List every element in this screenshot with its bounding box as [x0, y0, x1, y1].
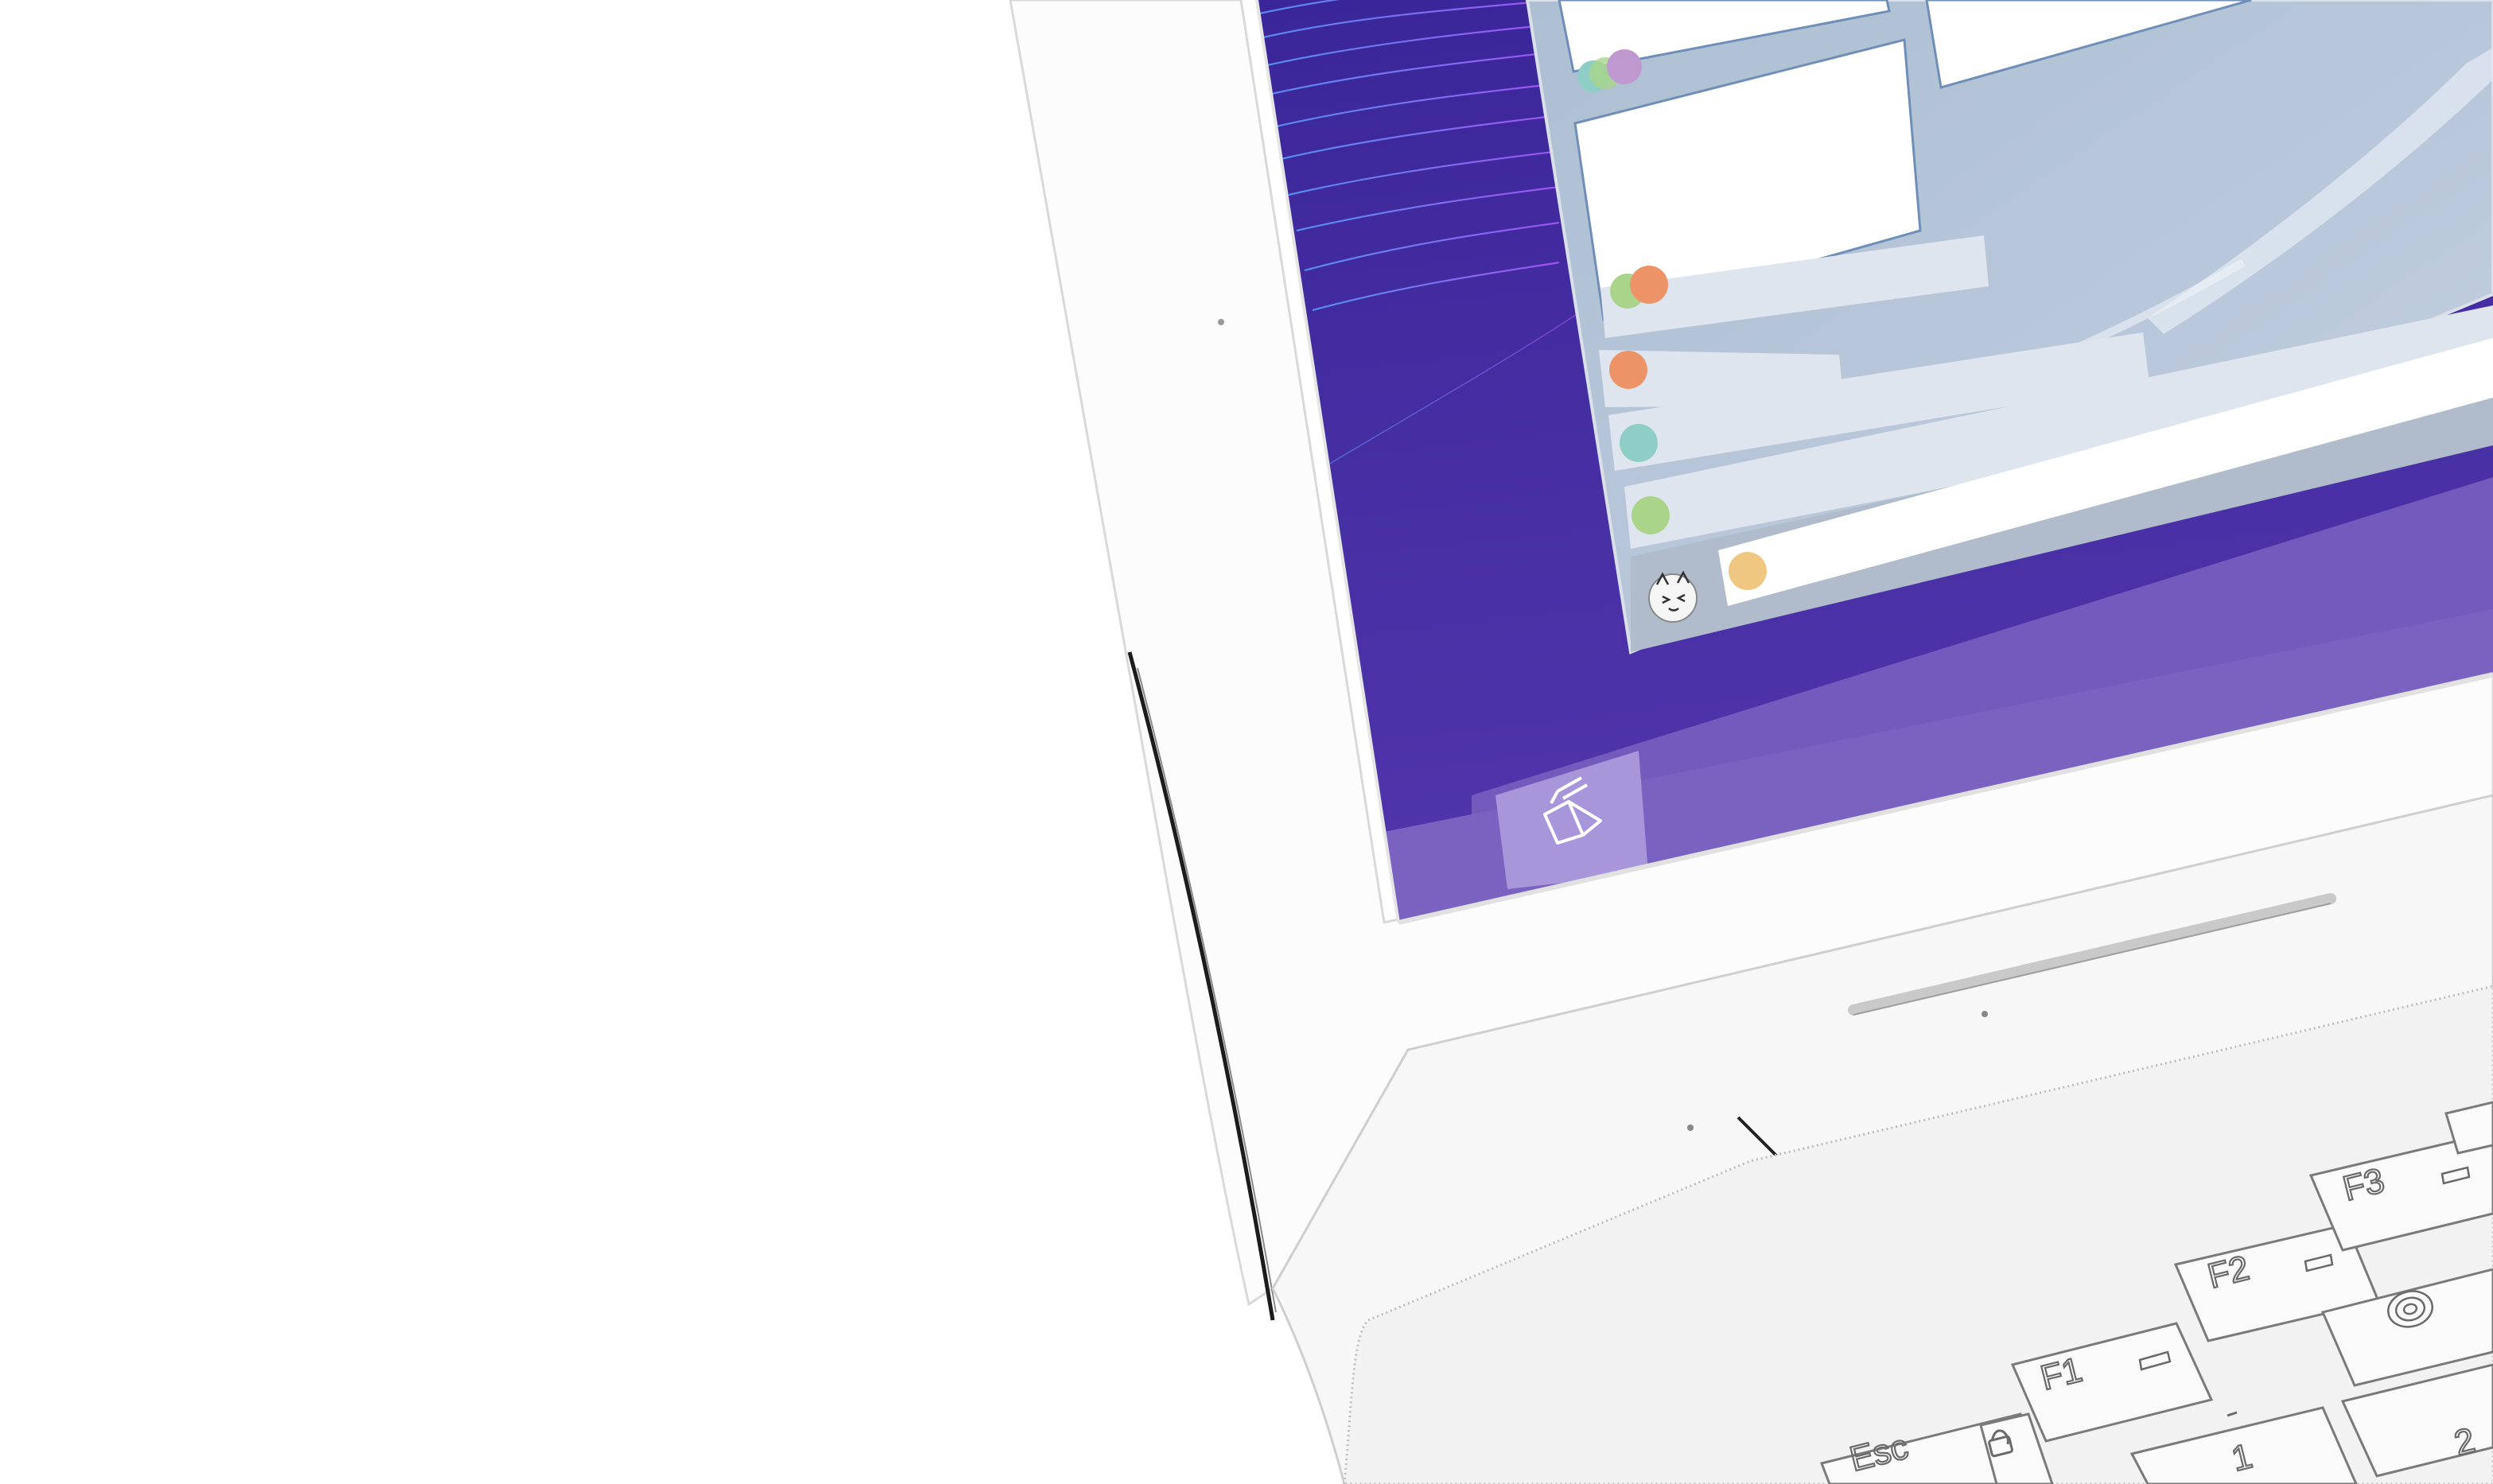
laptop-photo: Esc F1 F2 F3 1 2 — [0, 0, 2493, 1484]
laptop-scene: Esc F1 F2 F3 1 2 — [1009, 0, 2493, 1484]
search-dot — [1729, 552, 1767, 590]
avatar[interactable] — [1648, 570, 1698, 623]
